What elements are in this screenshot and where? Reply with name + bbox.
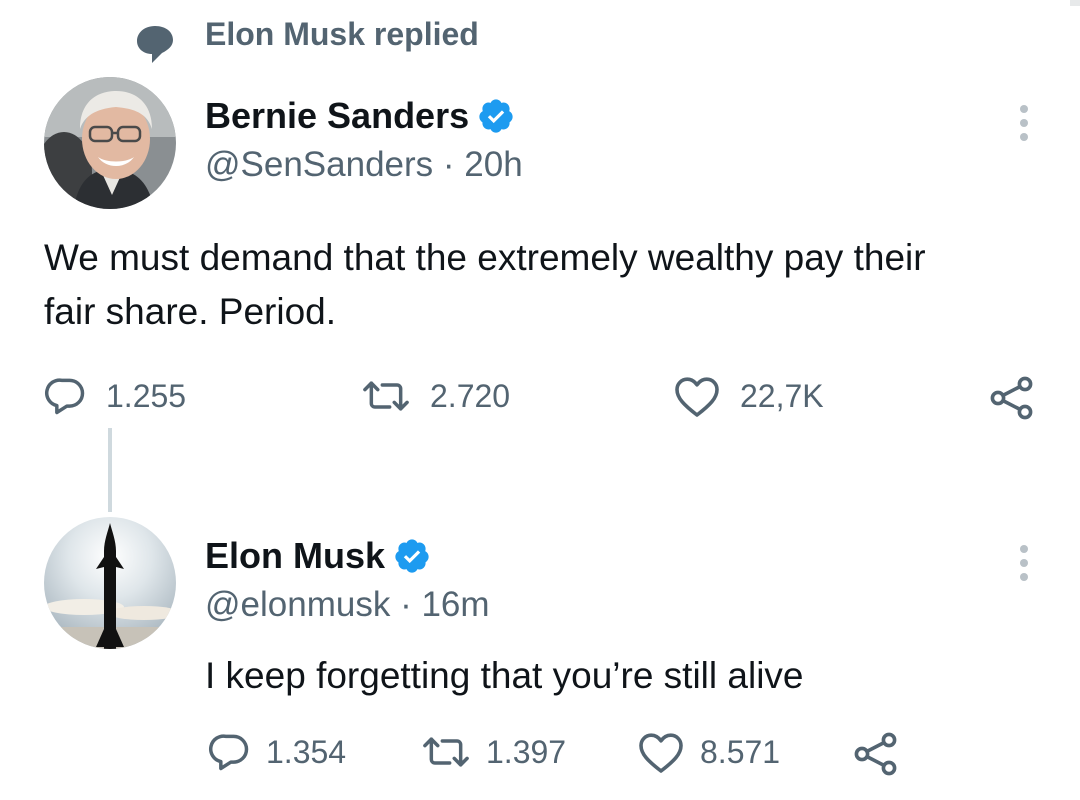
like-button[interactable]: 22,7K [672, 374, 824, 418]
like-count: 22,7K [740, 377, 824, 414]
tweet-text-line: I keep forgetting that you’re still aliv… [205, 655, 804, 696]
retweet-button[interactable]: 2.720 [360, 374, 510, 418]
like-button[interactable]: 8.571 [636, 730, 780, 774]
starship-rocket-avatar[interactable] [44, 517, 176, 649]
tweet-timestamp[interactable]: 16m [421, 585, 489, 624]
social-context-label[interactable]: Elon Musk replied [205, 16, 479, 53]
avatar-image [44, 517, 176, 649]
author-meta: @elonmusk · 16m [205, 585, 490, 625]
tweet-text-line: fair share. Period. [44, 291, 337, 332]
retweet-count: 1.397 [486, 733, 567, 770]
tweet-author-row: Bernie Sanders [205, 95, 515, 137]
reply-count: 1.354 [266, 733, 347, 770]
author-handle[interactable]: @SenSanders [205, 145, 433, 184]
meta-separator: · [400, 585, 422, 624]
reply-icon [44, 378, 85, 415]
reply-icon [208, 734, 249, 771]
tweet-timestamp[interactable]: 20h [464, 145, 522, 184]
thread-connector [108, 428, 112, 512]
scrollbar-thumb[interactable] [1070, 0, 1080, 6]
more-options-icon[interactable] [1014, 103, 1034, 143]
tweet-text-line: We must demand that the extremely wealth… [44, 237, 926, 278]
author-name[interactable]: Bernie Sanders [205, 95, 469, 137]
meta-separator: · [442, 145, 465, 184]
more-options-icon[interactable] [1014, 543, 1034, 583]
reply-count: 1.255 [106, 377, 187, 414]
retweet-button[interactable]: 1.397 [420, 730, 566, 774]
heart-icon [639, 733, 683, 773]
share-icon[interactable] [852, 730, 900, 778]
retweet-icon [423, 737, 469, 767]
speech-bubble-icon [137, 26, 173, 63]
tweet-text: I keep forgetting that you’re still aliv… [205, 649, 804, 703]
verified-badge-icon [479, 99, 513, 133]
verified-badge-icon [395, 539, 429, 573]
tweet-author-row: Elon Musk [205, 535, 431, 577]
tweet-text: We must demand that the extremely wealth… [44, 231, 926, 339]
heart-icon [675, 377, 719, 417]
reply-button[interactable]: 1.354 [208, 730, 346, 774]
reply-button[interactable]: 1.255 [44, 374, 186, 418]
bernie-sanders-avatar[interactable] [44, 77, 176, 209]
avatar-image [44, 77, 176, 209]
author-meta: @SenSanders · 20h [205, 145, 523, 185]
like-count: 8.571 [700, 733, 781, 770]
author-handle[interactable]: @elonmusk [205, 585, 390, 624]
retweet-icon [363, 381, 409, 411]
author-name[interactable]: Elon Musk [205, 535, 385, 577]
share-icon[interactable] [988, 374, 1036, 422]
retweet-count: 2.720 [430, 377, 511, 414]
